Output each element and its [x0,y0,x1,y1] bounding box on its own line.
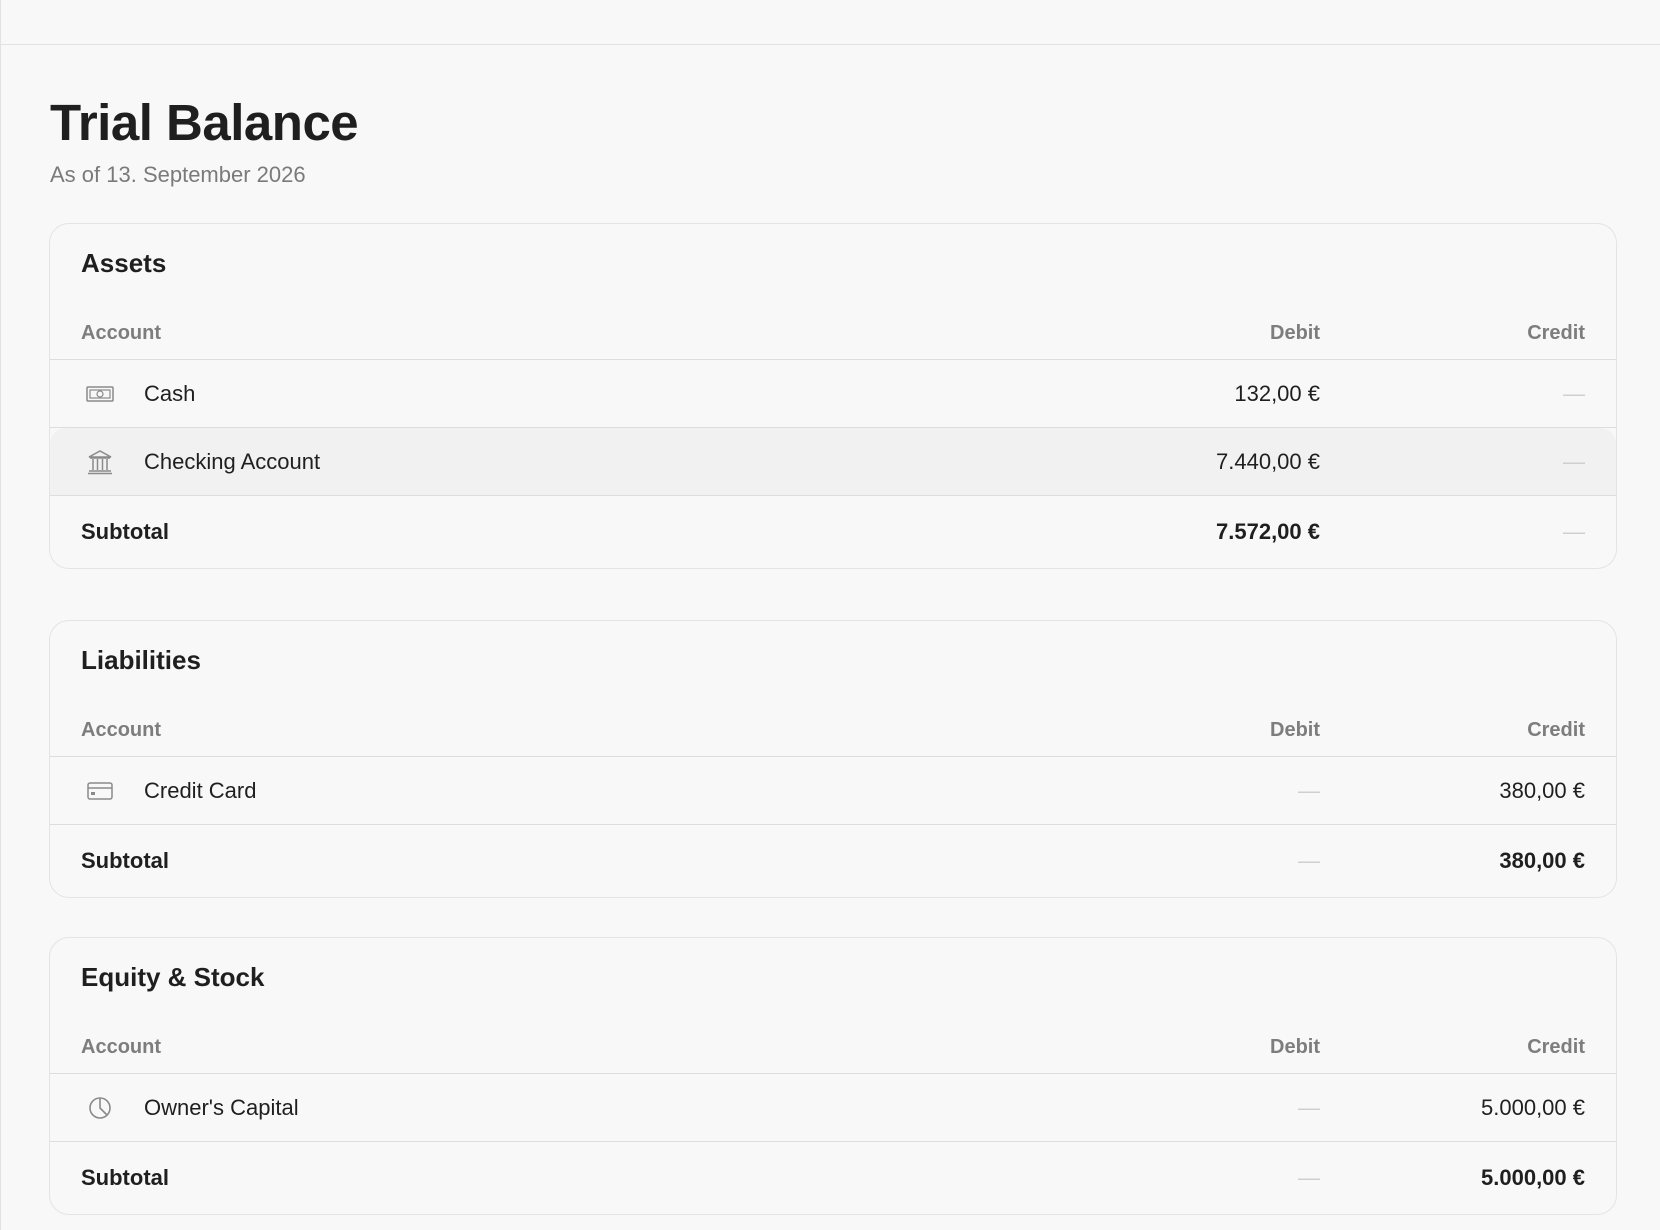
debit-value: — [1298,777,1320,803]
column-header-credit: Credit [1527,322,1585,344]
credit-value: 5.000,00 € [1481,1094,1585,1120]
section-card-liabilities: Liabilities Account Debit Credit Credit … [49,620,1617,898]
table-header: Account Debit Credit [50,701,1616,757]
account-name: Checking Account [144,448,321,474]
column-header-debit: Debit [1270,719,1320,741]
table-row[interactable]: Cash 132,00 € — [50,360,1616,428]
section-title: Liabilities [81,645,201,675]
subtotal-credit: 5.000,00 € [1481,1165,1585,1190]
account-name: Credit Card [144,777,257,803]
credit-value: 380,00 € [1499,777,1585,803]
column-header-account: Account [81,719,161,741]
table-header: Account Debit Credit [50,1018,1616,1074]
subtotal-row: Subtotal 7.572,00 € — [50,496,1616,568]
subtotal-label: Subtotal [81,519,169,544]
section-card-equity: Equity & Stock Account Debit Credit Owne… [49,937,1617,1215]
table-row[interactable]: Owner's Capital — 5.000,00 € [50,1074,1616,1142]
credit-value: — [1563,380,1585,406]
credit-card-icon [86,777,114,805]
subtotal-row: Subtotal — 380,00 € [50,825,1616,897]
subtotal-label: Subtotal [81,1165,169,1190]
debit-value: 7.440,00 € [1216,448,1320,474]
table-row[interactable]: Checking Account 7.440,00 € — [50,428,1616,496]
window-toolbar [0,0,1660,45]
pie-chart-icon [86,1094,114,1122]
subtotal-credit: 380,00 € [1499,848,1585,873]
subtotal-debit: 7.572,00 € [1216,519,1320,544]
subtotal-row: Subtotal — 5.000,00 € [50,1142,1616,1214]
subtotal-credit: — [1563,519,1585,544]
account-name: Owner's Capital [144,1094,299,1120]
subtotal-label: Subtotal [81,848,169,873]
table-header: Account Debit Credit [50,304,1616,360]
credit-value: — [1563,448,1585,474]
section-title: Assets [81,248,167,278]
column-header-debit: Debit [1270,1036,1320,1058]
column-header-account: Account [81,1036,161,1058]
debit-value: 132,00 € [1234,380,1320,406]
subtotal-debit: — [1298,1165,1320,1190]
cash-icon [86,380,114,408]
section-card-assets: Assets Account Debit Credit Cash 132,00 … [49,223,1617,569]
column-header-account: Account [81,322,161,344]
account-name: Cash [144,380,196,406]
subtotal-debit: — [1298,848,1320,873]
page-title: Trial Balance [50,94,359,151]
column-header-debit: Debit [1270,322,1320,344]
page-subtitle: As of 13. September 2026 [50,161,306,187]
section-title: Equity & Stock [81,962,265,992]
debit-value: — [1298,1094,1320,1120]
column-header-credit: Credit [1527,719,1585,741]
table-row[interactable]: Credit Card — 380,00 € [50,757,1616,825]
bank-icon [86,448,114,476]
column-header-credit: Credit [1527,1036,1585,1058]
